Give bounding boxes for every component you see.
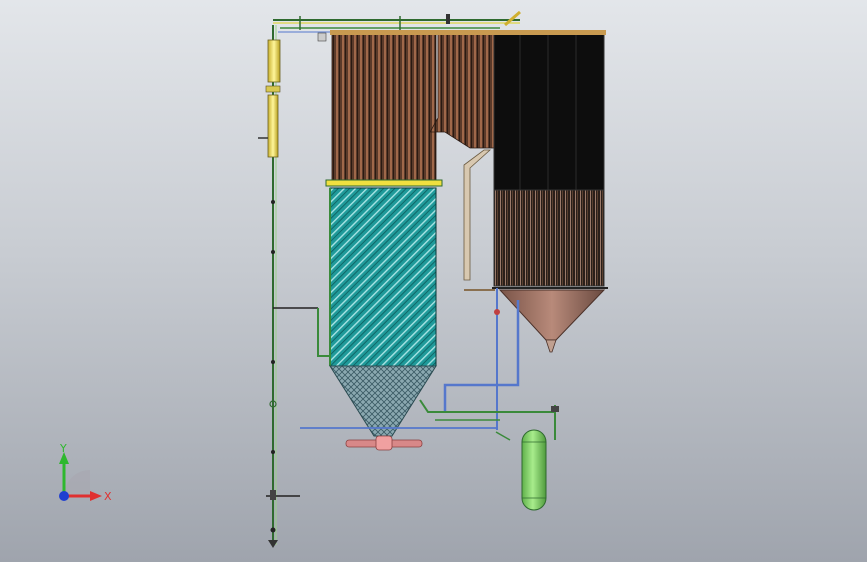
triad-plane-indicator [64,470,90,496]
ash-hopper[interactable] [498,289,606,353]
bottom-valve[interactable] [345,435,423,451]
y-axis-label: Y [59,442,67,455]
downcomer-riser-column[interactable] [258,25,300,548]
z-axis-indicator [59,491,69,501]
coordinate-triad: Y X [59,442,112,503]
cad-viewport[interactable]: Y X [0,0,867,562]
x-axis-label: X [104,490,112,503]
furnace-lower-section[interactable] [329,187,437,367]
separator-vessel[interactable] [521,429,547,511]
upper-water-wall-section[interactable] [330,30,438,181]
superheater-section[interactable] [429,30,498,291]
furnace-transition-band [325,179,443,187]
convection-pass[interactable] [492,30,608,289]
